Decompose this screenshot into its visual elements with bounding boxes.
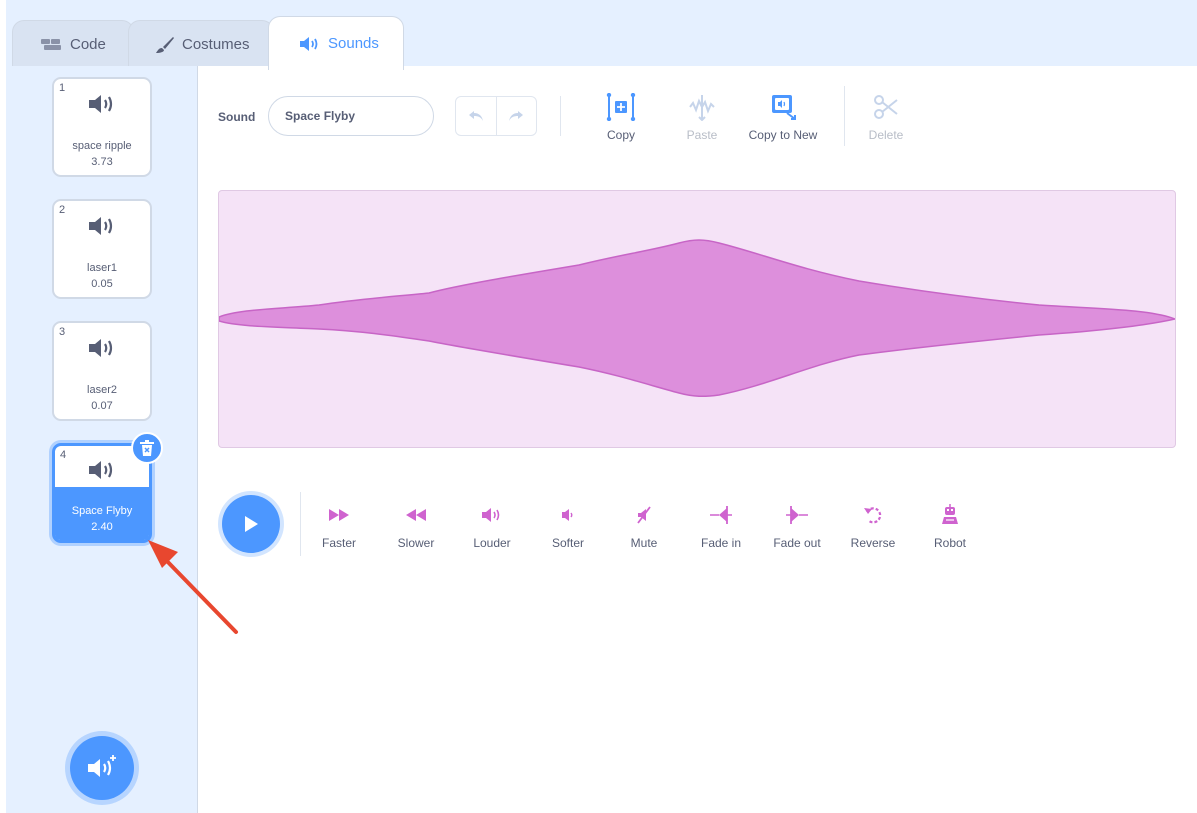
tab-sounds[interactable]: Sounds <box>268 16 404 70</box>
softer-icon <box>561 508 575 522</box>
sound-name: laser2 <box>87 384 117 396</box>
effect-fade-in-button[interactable]: Fade in <box>686 504 756 550</box>
scissors-icon <box>873 94 899 120</box>
effect-label: Louder <box>473 536 511 550</box>
slower-icon <box>405 508 427 522</box>
add-sound-icon <box>86 754 118 782</box>
sound-name: laser1 <box>87 262 117 274</box>
sound-index: 2 <box>59 204 66 216</box>
redo-icon <box>508 110 524 122</box>
speaker-icon <box>88 459 118 486</box>
sound-name-input[interactable] <box>268 96 434 136</box>
waveform-area[interactable] <box>218 190 1178 448</box>
redo-button[interactable] <box>497 97 537 135</box>
effect-slower-button[interactable]: Slower <box>381 504 451 550</box>
tab-costumes-label: Costumes <box>182 36 250 53</box>
effect-label: Faster <box>321 536 356 550</box>
tab-code[interactable]: Code <box>12 20 134 68</box>
faster-icon <box>328 508 350 522</box>
effect-label: Reverse <box>850 536 896 550</box>
speaker-icon <box>299 36 321 52</box>
sound-editor: Sound Copy Paste <box>198 66 1197 813</box>
sound-index: 4 <box>60 449 67 461</box>
delete-label: Delete <box>868 128 904 142</box>
sound-duration: 2.40 <box>91 521 113 533</box>
effect-robot-button[interactable]: Robot <box>915 504 985 550</box>
effects-divider <box>300 492 301 556</box>
paste-label: Paste <box>686 128 718 142</box>
toolbar-divider <box>560 96 561 136</box>
effect-faster-button[interactable]: Faster <box>304 504 374 550</box>
delete-sound-button[interactable] <box>131 432 163 464</box>
sound-index: 1 <box>59 82 66 94</box>
reverse-icon <box>863 505 883 525</box>
sound-duration: 0.07 <box>91 400 113 412</box>
effect-label: Mute <box>630 536 658 550</box>
effect-label: Robot <box>933 536 967 550</box>
copy-to-new-icon <box>769 93 797 121</box>
undo-icon <box>468 110 484 122</box>
sound-name-label: Sound <box>218 110 256 124</box>
delete-button[interactable]: Delete <box>841 92 931 142</box>
copy-to-new-label: Copy to New <box>748 128 818 142</box>
speaker-icon <box>88 215 118 242</box>
sound-name: Space Flyby <box>71 505 133 517</box>
sound-tile-laser2[interactable]: 3 laser2 0.07 <box>52 321 152 421</box>
trash-icon <box>140 440 154 456</box>
copy-label: Copy <box>606 128 635 142</box>
code-icon <box>41 38 63 52</box>
speaker-icon <box>88 93 118 120</box>
effect-label: Softer <box>551 536 584 550</box>
sound-tile-laser1[interactable]: 2 laser1 0.05 <box>52 199 152 299</box>
fade-in-icon <box>709 505 733 525</box>
copy-button[interactable]: Copy <box>576 92 666 142</box>
sound-duration: 0.05 <box>91 278 113 290</box>
sound-list: 1 space ripple 3.73 2 laser1 0.05 3 lase… <box>6 66 198 813</box>
effect-label: Slower <box>397 536 435 550</box>
brush-icon <box>155 36 175 54</box>
sound-index: 3 <box>59 326 66 338</box>
sound-tile-space-ripple[interactable]: 1 space ripple 3.73 <box>52 77 152 177</box>
paste-button[interactable]: Paste <box>657 92 747 142</box>
effect-label: Fade in <box>700 536 742 550</box>
tab-code-label: Code <box>70 36 106 53</box>
robot-icon <box>941 504 959 526</box>
choose-sound-button[interactable] <box>70 736 134 800</box>
effect-reverse-button[interactable]: Reverse <box>838 504 908 550</box>
fade-out-icon <box>785 505 809 525</box>
effect-fade-out-button[interactable]: Fade out <box>762 504 832 550</box>
undo-button[interactable] <box>456 97 497 135</box>
paste-icon <box>687 93 717 121</box>
annotation-arrow <box>148 540 238 634</box>
effect-label: Fade out <box>773 536 821 550</box>
tab-bar: Code Costumes Sounds <box>6 0 1197 70</box>
sound-duration: 3.73 <box>91 156 113 168</box>
louder-icon <box>481 507 503 523</box>
tab-costumes[interactable]: Costumes <box>128 20 274 68</box>
effect-louder-button[interactable]: Louder <box>457 504 527 550</box>
mute-icon <box>636 506 652 524</box>
scratch-editor: Code Costumes Sounds 1 space ripple 3.73… <box>0 0 1197 813</box>
undo-redo-group <box>455 96 537 136</box>
copy-icon <box>606 93 636 121</box>
sound-name: space ripple <box>72 140 132 152</box>
tab-sounds-label: Sounds <box>328 35 379 52</box>
copy-to-new-button[interactable]: Copy to New <box>738 92 828 142</box>
speaker-icon <box>88 337 118 364</box>
effect-softer-button[interactable]: Softer <box>533 504 603 550</box>
sound-tile-space-flyby[interactable]: 4 Space Flyby 2.40 <box>52 432 163 543</box>
waveform <box>218 239 1178 398</box>
effect-mute-button[interactable]: Mute <box>609 504 679 550</box>
